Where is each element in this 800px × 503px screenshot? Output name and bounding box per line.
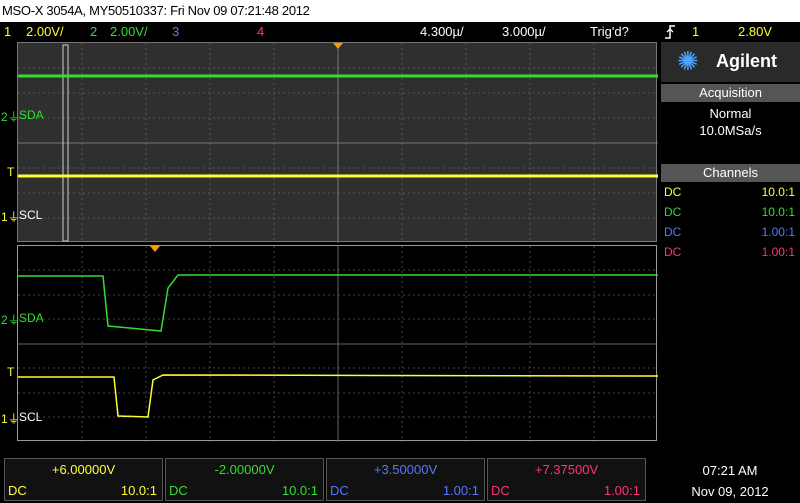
acquisition-panel: Normal 10.0MSa/s xyxy=(661,104,800,160)
zoom-trigger-level-marker: T xyxy=(7,165,15,179)
ch4-coupling: DC xyxy=(664,245,682,259)
zoom-trigger-marker xyxy=(333,43,343,49)
main-ch1-marker: 1⏚ xyxy=(1,412,20,426)
ch4-softkey-coupling: DC xyxy=(491,483,510,498)
channel-row-4[interactable]: DC 1.00:1 xyxy=(661,242,800,262)
ch3-number[interactable]: 3 xyxy=(172,22,179,41)
clock-date: Nov 09, 2012 xyxy=(691,484,769,499)
window-title: MSO-X 3054A, MY50510337: Fri Nov 09 07:2… xyxy=(2,3,310,18)
zoom-grid xyxy=(18,43,658,243)
zoom-scl-label: SCL xyxy=(19,208,43,222)
ch2-number[interactable]: 2 xyxy=(90,22,97,41)
ch2-softkey-probe: 10.0:1 xyxy=(281,483,318,498)
ch3-coupling: DC xyxy=(664,225,682,239)
brand-name: Agilent xyxy=(716,51,777,71)
ch1-softkey-coupling: DC xyxy=(8,483,27,498)
main-ch2-marker: 2⏚ xyxy=(1,313,20,327)
ch3-offset: +3.50000V xyxy=(373,462,438,477)
time-position[interactable]: 4.300µ/ xyxy=(420,22,464,41)
clock: 07:21 AM Nov 09, 2012 xyxy=(660,460,800,502)
ch2-probe: 10.0:1 xyxy=(761,205,795,219)
channels-header[interactable]: Channels xyxy=(661,164,800,182)
acquisition-header[interactable]: Acquisition xyxy=(661,84,800,102)
ch1-scale[interactable]: 2.00V/ xyxy=(26,22,64,41)
clock-time: 07:21 AM xyxy=(702,463,758,478)
ch3-softkey-probe: 1.00:1 xyxy=(442,483,479,498)
main-waveform-display[interactable] xyxy=(17,245,658,442)
ch3-probe: 1.00:1 xyxy=(761,225,795,239)
ch1-offset: +6.00000V xyxy=(51,462,116,477)
trigger-position-marker xyxy=(150,246,160,252)
ch1-probe: 10.0:1 xyxy=(761,185,795,199)
softkey-ch3[interactable]: +3.50000V DC 1.00:1 xyxy=(326,458,485,501)
trigger-status: Trig'd? xyxy=(590,24,629,39)
status-bar: 1 2.00V/ 2 2.00V/ 3 4 4.300µ/ 3.000µ/ Tr… xyxy=(0,22,800,41)
ch4-probe: 1.00:1 xyxy=(761,245,795,259)
channel-row-2[interactable]: DC 10.0:1 xyxy=(661,202,800,222)
trigger-edge-icon xyxy=(664,22,676,43)
ch3-softkey-coupling: DC xyxy=(330,483,349,498)
softkey-ch1[interactable]: +6.00000V DC 10.0:1 xyxy=(4,458,163,501)
ch4-number[interactable]: 4 xyxy=(257,22,264,41)
agilent-spark-icon: ✺ xyxy=(677,46,699,76)
zoom-ch2-marker: 2⏚ xyxy=(1,110,20,124)
title-bar: MSO-X 3054A, MY50510337: Fri Nov 09 07:2… xyxy=(0,0,800,22)
ch4-softkey-probe: 1.00:1 xyxy=(603,483,640,498)
ch2-coupling: DC xyxy=(664,205,682,219)
ch1-number[interactable]: 1 xyxy=(4,22,11,41)
channel-row-3[interactable]: DC 1.00:1 xyxy=(661,222,800,242)
main-grid xyxy=(18,246,658,442)
zoom-ch1-marker: 1⏚ xyxy=(1,210,20,224)
channel-softkeys: +6.00000V DC 10.0:1 -2.00000V DC 10.0:1 … xyxy=(0,458,650,503)
trigger-source[interactable]: 1 xyxy=(692,22,699,41)
ch2-softkey-coupling: DC xyxy=(169,483,188,498)
acquisition-rate: 10.0MSa/s xyxy=(699,123,762,138)
main-sda-label: SDA xyxy=(19,311,44,325)
main-scl-label: SCL xyxy=(19,410,43,424)
main-trigger-level-marker: T xyxy=(7,365,15,379)
time-scale[interactable]: 3.000µ/ xyxy=(502,22,546,41)
brand-logo: ✺ Agilent xyxy=(661,42,800,82)
channel-row-1[interactable]: DC 10.0:1 xyxy=(661,182,800,202)
softkey-ch2[interactable]: -2.00000V DC 10.0:1 xyxy=(165,458,324,501)
ch4-offset: +7.37500V xyxy=(534,462,599,477)
zoom-waveform-display[interactable] xyxy=(17,42,658,243)
trigger-level[interactable]: 2.80V xyxy=(738,22,772,41)
ch2-scale[interactable]: 2.00V/ xyxy=(110,22,148,41)
ch2-offset: -2.00000V xyxy=(214,462,275,477)
softkey-ch4[interactable]: +7.37500V DC 1.00:1 xyxy=(487,458,646,501)
ch1-coupling: DC xyxy=(664,185,682,199)
ch1-softkey-probe: 10.0:1 xyxy=(120,483,157,498)
acquisition-mode: Normal xyxy=(709,106,752,121)
zoom-sda-label: SDA xyxy=(19,108,44,122)
